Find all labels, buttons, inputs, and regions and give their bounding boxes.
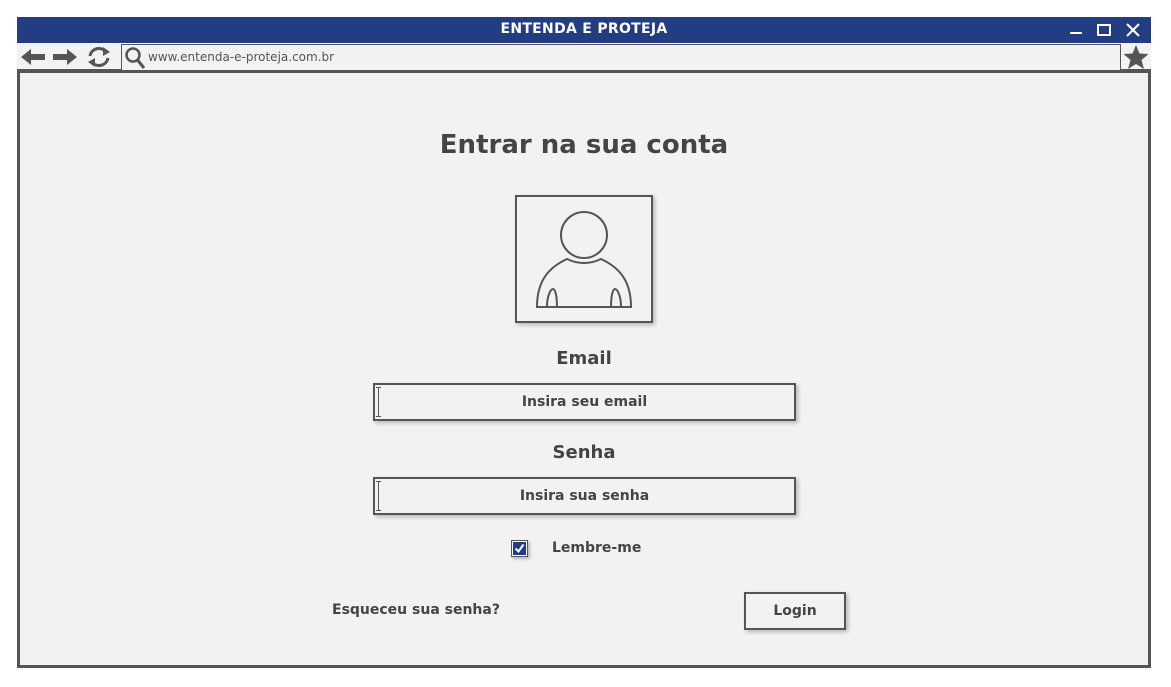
title-bar: ENTENDA E PROTEJA (17, 17, 1151, 43)
email-text-cursor (376, 387, 381, 417)
login-button[interactable]: Login (744, 592, 846, 630)
refresh-icon[interactable] (85, 46, 113, 68)
browser-window (17, 17, 1151, 668)
avatar (515, 195, 653, 323)
user-icon (535, 211, 633, 308)
password-text-cursor (376, 481, 381, 511)
browser-toolbar: www.entenda-e-proteja.com.br (17, 43, 1151, 73)
password-input[interactable] (373, 477, 796, 515)
forgot-password-link[interactable]: Esqueceu sua senha? (332, 602, 500, 618)
address-bar[interactable]: www.entenda-e-proteja.com.br (121, 44, 1121, 70)
close-icon[interactable] (1123, 20, 1143, 40)
arrow-right-icon[interactable] (51, 46, 79, 68)
password-label: Senha (552, 442, 616, 463)
star-icon[interactable] (1122, 44, 1150, 70)
page-title: Entrar na sua conta (439, 130, 729, 160)
checkmark-icon (513, 542, 526, 555)
email-label: Email (556, 348, 612, 369)
maximize-icon[interactable] (1094, 20, 1114, 40)
search-icon (125, 47, 146, 69)
arrow-left-icon[interactable] (19, 46, 47, 68)
minimize-icon[interactable] (1066, 20, 1086, 40)
window-title: ENTENDA E PROTEJA (500, 21, 668, 37)
email-input[interactable] (373, 383, 796, 421)
address-url[interactable]: www.entenda-e-proteja.com.br (148, 50, 334, 64)
remember-label[interactable]: Lembre-me (552, 540, 641, 556)
remember-checkbox[interactable] (511, 540, 528, 557)
